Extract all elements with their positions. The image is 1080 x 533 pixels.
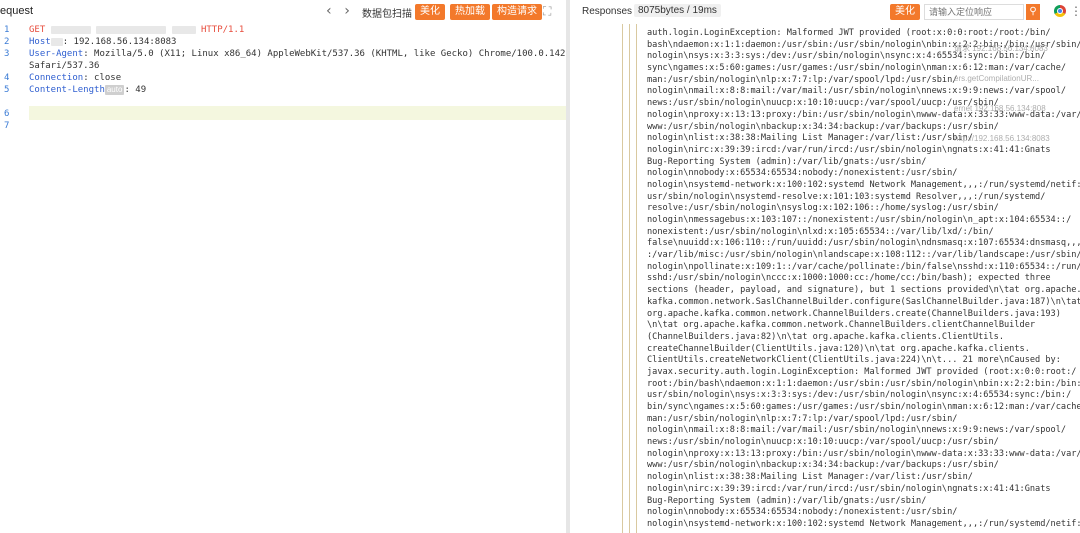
response-line: usr/sbin/nologin\nsys:x:3:3:sys:/dev:/us…: [647, 390, 1072, 401]
beautify-button[interactable]: 美化: [415, 4, 445, 20]
watermark-overlay: 请求 192.168.56.134:8083 ers.getCompilatio…: [954, 24, 1080, 164]
hot-load-button[interactable]: 热加载: [450, 4, 490, 20]
header-value: : 192.168.56.134:8083: [62, 37, 177, 47]
line-number: 4: [4, 73, 10, 83]
header-key: Connection: [29, 73, 84, 83]
line-number: [0, 96, 22, 108]
line-number: 1: [4, 25, 10, 35]
header-value: : 49: [124, 85, 147, 95]
response-line: resolve:/usr/sbin/nologin\nsyslog:x:102:…: [647, 203, 999, 214]
request-line[interactable]: [29, 96, 565, 108]
line-number: 3: [4, 49, 10, 59]
response-line: false\nuuidd:x:106:110::/run/uuidd:/usr/…: [647, 238, 1080, 249]
auto-badge: auto: [104, 85, 125, 95]
response-search-input[interactable]: [924, 4, 1024, 20]
response-line: nologin\nmail:x:8:8:mail:/var/mail:/usr/…: [647, 425, 1067, 436]
http-protocol: HTTP/1.1: [200, 25, 245, 35]
search-icon[interactable]: ⚲: [1026, 4, 1040, 20]
response-line: nologin\nsystemd-network:x:100:102:syste…: [647, 179, 1080, 190]
request-editor[interactable]: GET HTTP/1.1 Host : 192.168.56.134:8083 U…: [29, 24, 593, 108]
response-line: www:/usr/sbin/nologin\nbackup:x:34:34:ba…: [647, 460, 999, 471]
build-request-button[interactable]: 构造请求: [492, 4, 542, 20]
header-value: : Mozilla/5.0 (X11; Linux x86_64) AppleW…: [83, 49, 593, 59]
response-title: Responses: [582, 6, 633, 17]
response-line: kafka.common.network.SaslChannelBuilder.…: [647, 296, 1080, 307]
request-line[interactable]: Content-Length auto: 49: [29, 84, 565, 96]
response-line: nologin\nlist:x:38:38:Mailing List Manag…: [647, 472, 973, 483]
redacted-block: [50, 25, 91, 34]
response-meta: 8075bytes / 19ms: [634, 4, 721, 17]
header-key: Host: [29, 37, 51, 47]
response-line: nologin\nnobody:x:65534:65534:nobody:/no…: [647, 507, 958, 518]
response-line: (ChannelBuilders.java:82)\n\tat org.apac…: [647, 331, 1004, 342]
current-line-highlight: [29, 106, 566, 120]
request-header: equest ‹ › 数据包扫描 美化 热加载 构造请求 ⛶: [0, 0, 566, 24]
response-line: \n\tat org.apache.kafka.common.network.C…: [647, 320, 1036, 331]
line-number: 2: [4, 37, 10, 47]
request-line[interactable]: Connection: close: [29, 72, 565, 84]
line-number: [0, 60, 22, 72]
response-line: root:/bin/bash\ndaemon:x:1:1:daemon:/usr…: [647, 378, 1080, 389]
redacted-block: [96, 25, 167, 34]
response-line: bin/sync\ngames:x:5:60:games:/usr/games:…: [647, 402, 1080, 412]
http-method: GET: [29, 25, 46, 35]
packet-scan-button[interactable]: 数据包扫描: [362, 5, 412, 20]
response-line: usr/sbin/nologin\nsystemd-resolve:x:101:…: [647, 191, 1046, 202]
response-line: sections (header, payload, and signature…: [647, 285, 1080, 296]
request-line[interactable]: Host : 192.168.56.134:8083: [29, 36, 565, 48]
indent-guide: [636, 24, 637, 533]
request-line[interactable]: User-Agent: Mozilla/5.0 (X11; Linux x86_…: [29, 48, 593, 60]
response-line: :/var/lib/misc:/usr/sbin/nologin\nlandsc…: [647, 250, 1080, 261]
response-line: nonexistent:/usr/sbin/nologin\nlxd:x:105…: [647, 226, 994, 237]
prev-arrow-icon[interactable]: ‹: [322, 3, 336, 19]
response-line: nologin\nirc:x:39:39:ircd:/var/run/ircd:…: [647, 483, 1051, 494]
response-line: sshd:/usr/sbin/nologin\nccc:x:1000:1000:…: [647, 273, 1051, 284]
request-line[interactable]: Safari/537.36: [29, 60, 565, 72]
response-line: nologin\nmessagebus:x:103:107::/nonexist…: [647, 215, 1072, 225]
response-line: javax.security.auth.login.LoginException…: [647, 366, 1077, 377]
response-line: createChannelBuilder(ClientUtils.java:12…: [647, 343, 1030, 354]
expand-icon[interactable]: ⛶: [543, 4, 551, 19]
response-line: ClientUtils.createNetworkClient(ClientUt…: [647, 355, 1061, 366]
response-line: news:/usr/sbin/nologin\nuucp:x:10:10:uuc…: [647, 437, 999, 448]
request-pane: equest ‹ › 数据包扫描 美化 热加载 构造请求 ⛶ 1 2 3 4 5…: [0, 0, 593, 533]
header-key: User-Agent: [29, 49, 84, 59]
indent-guide: [622, 24, 623, 533]
response-line: man:/usr/sbin/nologin\nlp:x:7:7:lp:/var/…: [647, 413, 958, 424]
response-beautify-button[interactable]: 美化: [890, 4, 920, 20]
overlay-line: ernet 192.168.56.134:808: [954, 104, 1046, 113]
line-number: 6: [4, 109, 10, 119]
overlay-line: ers.getCompilationUR...: [954, 74, 1039, 83]
overlay-line: http://192.168.56.134:8083: [954, 134, 1050, 143]
response-line: nologin\npollinate:x:109:1::/var/cache/p…: [647, 261, 1080, 272]
header-value: : close: [83, 73, 122, 83]
response-pane: Responses 8075bytes / 19ms 美化 ⚲ ⋮ auth.l…: [570, 0, 1080, 533]
more-icon[interactable]: ⋮: [1070, 4, 1080, 18]
request-title: equest: [0, 5, 34, 17]
overlay-line: 请求 192.168.56.134:8083: [954, 44, 1048, 53]
response-line: Bug-Reporting System (admin):/var/lib/gn…: [647, 495, 927, 506]
redacted-block: [171, 25, 196, 34]
response-line: nologin\nsystemd-network:x:100:102:syste…: [647, 518, 1080, 529]
next-arrow-icon[interactable]: ›: [340, 3, 354, 19]
request-line[interactable]: GET HTTP/1.1: [29, 24, 565, 36]
line-number: 5: [4, 85, 10, 95]
response-line: nologin\nproxy:x:13:13:proxy:/bin:/usr/s…: [647, 448, 1080, 459]
indent-guide: [629, 24, 630, 533]
response-line: nologin\nnobody:x:65534:65534:nobody:/no…: [647, 168, 958, 179]
line-number-gutter: 1 2 3 4 5 6 7: [0, 24, 22, 132]
response-line: org.apache.kafka.common.network.ChannelB…: [647, 308, 1061, 319]
response-header: Responses 8075bytes / 19ms 美化 ⚲ ⋮: [570, 0, 1080, 24]
header-key: Content-Length: [29, 85, 105, 95]
header-value-wrap: Safari/537.36: [29, 61, 100, 71]
chrome-icon[interactable]: [1054, 5, 1066, 17]
line-number: 7: [4, 121, 10, 131]
redacted-block: [50, 37, 63, 46]
